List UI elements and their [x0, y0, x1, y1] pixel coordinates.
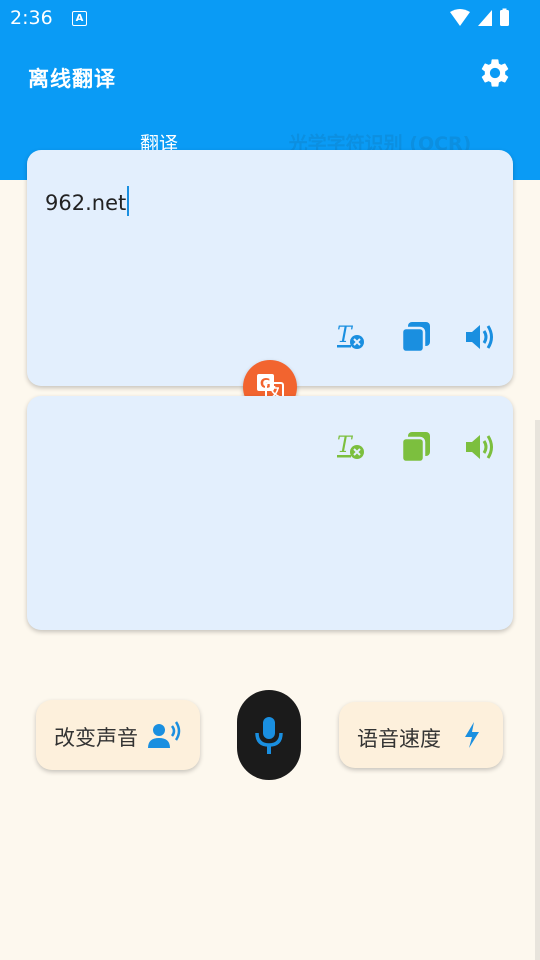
copy-icon[interactable] [399, 320, 433, 354]
mic-icon [255, 717, 283, 754]
wifi-icon [450, 9, 470, 26]
status-bar: 2:36 A [0, 0, 540, 36]
clear-text-icon[interactable]: T [335, 430, 367, 462]
app-title: 离线翻译 [28, 67, 116, 91]
source-text-input[interactable]: 962.net [45, 186, 130, 216]
battery-icon [500, 10, 509, 26]
system-icons [450, 8, 509, 26]
speaker-icon[interactable] [463, 320, 497, 354]
copy-icon[interactable] [399, 430, 433, 464]
target-text-card[interactable]: T [27, 396, 513, 630]
text-caret [127, 186, 130, 216]
source-text-card[interactable]: 962.net T [27, 150, 513, 386]
source-text-value: 962.net [45, 191, 127, 215]
change-voice-button[interactable]: 改变声音 [36, 700, 200, 770]
microphone-button[interactable] [237, 690, 301, 780]
change-voice-label: 改变声音 [54, 726, 138, 750]
speaker-icon[interactable] [463, 430, 497, 464]
lightning-icon [465, 722, 479, 748]
voice-speed-label: 语音速度 [357, 727, 441, 751]
notification-a-icon: A [72, 11, 87, 26]
voice-person-icon [148, 721, 181, 748]
status-time: 2:36 [10, 7, 53, 29]
scrollbar[interactable] [535, 420, 540, 960]
gear-icon[interactable] [478, 56, 512, 90]
voice-speed-button[interactable]: 语音速度 [339, 702, 503, 768]
signal-icon [478, 10, 492, 26]
clear-text-icon[interactable]: T [335, 320, 367, 352]
